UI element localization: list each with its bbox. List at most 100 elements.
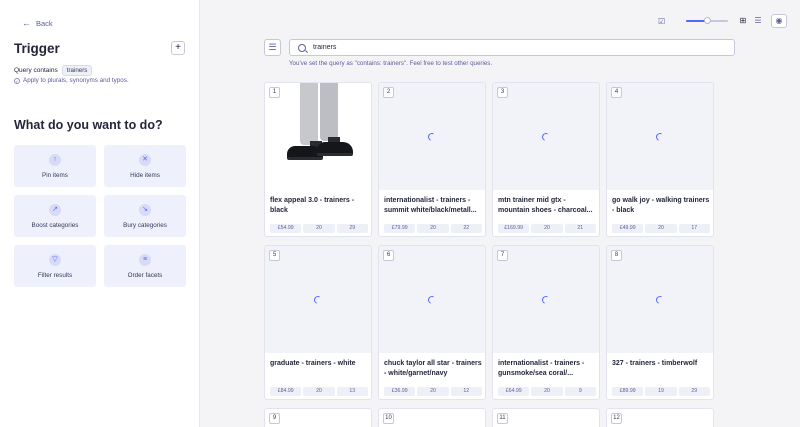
- position-badge: 11: [497, 413, 508, 424]
- boost-categories-button[interactable]: ↗ Boost categories: [14, 195, 96, 237]
- query-prefix: Query contains: [14, 67, 58, 74]
- search-bar: [289, 39, 735, 56]
- position-badge: 12: [611, 413, 622, 424]
- loading-spinner-icon: [426, 131, 438, 142]
- results-grid: 1 flex appeal 3.0 - trainers - black £54…: [264, 82, 714, 427]
- product-price: £54.99: [270, 224, 302, 233]
- product-stat-a: 20: [531, 224, 563, 233]
- product-card[interactable]: 6 chuck taylor all star - trainers - whi…: [378, 245, 486, 400]
- action-label: Bury categories: [123, 221, 167, 229]
- grid-view-icon[interactable]: ⊞: [738, 16, 748, 26]
- product-title: internationalist - trainers - summit whi…: [384, 197, 477, 214]
- action-grid: ↑ Pin items ✕ Hide items ↗ Boost categor…: [14, 145, 186, 287]
- product-image: [265, 83, 371, 190]
- product-image: [607, 246, 713, 353]
- position-badge: 10: [383, 413, 394, 424]
- product-stat-a: 20: [531, 387, 563, 396]
- bury-icon: ↘: [139, 203, 151, 216]
- loading-spinner-icon: [654, 131, 666, 142]
- bury-categories-button[interactable]: ↘ Bury categories: [104, 195, 186, 237]
- product-stat-a: 20: [303, 387, 335, 396]
- add-condition-button[interactable]: +: [171, 41, 185, 55]
- product-card[interactable]: 1 flex appeal 3.0 - trainers - black £54…: [264, 82, 372, 237]
- position-badge: 1: [269, 87, 280, 98]
- apply-note-text: Apply to plurals, synonyms and typos.: [23, 77, 129, 84]
- loading-spinner-icon: [654, 294, 666, 305]
- back-link[interactable]: ← Back: [22, 18, 53, 29]
- query-chip[interactable]: trainers: [61, 65, 93, 76]
- product-card[interactable]: 11: [492, 408, 600, 427]
- product-title: graduate - trainers - white: [270, 360, 356, 367]
- product-price: £169.99: [498, 224, 530, 233]
- arrow-left-icon: ←: [22, 18, 31, 28]
- loading-spinner-icon: [540, 294, 552, 305]
- order-facets-button[interactable]: ≡ Order facets: [104, 245, 186, 287]
- check-circle-icon: ✓: [14, 77, 20, 84]
- product-stat-a: 20: [417, 224, 449, 233]
- product-stat-b: 29: [336, 224, 368, 233]
- position-badge: 4: [611, 87, 622, 98]
- product-card[interactable]: 7 internationalist - trainers - gunsmoke…: [492, 245, 600, 400]
- product-stats: £36.99 20 12: [384, 387, 482, 396]
- filter-icon: ▽: [49, 253, 61, 266]
- position-badge: 5: [269, 250, 280, 261]
- trigger-title: Trigger: [14, 41, 60, 56]
- product-stats: £84.99 20 13: [270, 387, 368, 396]
- product-stats: £169.99 20 21: [498, 224, 596, 233]
- back-label: Back: [36, 19, 53, 28]
- product-stat-b: 29: [678, 387, 710, 396]
- product-card[interactable]: 4 go walk joy - walking trainers - black…: [606, 82, 714, 237]
- product-card[interactable]: 2 internationalist - trainers - summit w…: [378, 82, 486, 237]
- action-label: Pin items: [42, 171, 68, 179]
- product-stat-b: 12: [450, 387, 482, 396]
- action-label: Order facets: [127, 271, 163, 279]
- position-badge: 8: [611, 250, 622, 261]
- product-card[interactable]: 5 graduate - trainers - white £84.99 20 …: [264, 245, 372, 400]
- product-card[interactable]: 10: [378, 408, 486, 427]
- loading-spinner-icon: [540, 131, 552, 142]
- search-input[interactable]: [313, 44, 713, 51]
- position-badge: 2: [383, 87, 394, 98]
- product-stats: £49.99 20 17: [612, 224, 710, 233]
- product-price: £79.99: [384, 224, 416, 233]
- product-image: [607, 83, 713, 190]
- pin-icon: ↑: [49, 153, 61, 166]
- product-price: £84.99: [270, 387, 302, 396]
- product-stats: £64.99 20 9: [498, 387, 596, 396]
- product-image: [379, 246, 485, 353]
- product-price: £89.99: [612, 387, 644, 396]
- product-card[interactable]: 9: [264, 408, 372, 427]
- product-stats: £89.99 19 29: [612, 387, 710, 396]
- search-hint: You've set the query as "contains: train…: [289, 60, 493, 67]
- eye-icon[interactable]: ◉: [771, 14, 787, 28]
- product-title: chuck taylor all star - trainers - white…: [384, 360, 482, 377]
- list-view-icon[interactable]: ☰: [753, 16, 763, 26]
- loading-spinner-icon: [426, 294, 438, 305]
- zoom-slider[interactable]: [686, 17, 728, 24]
- product-stat-a: 20: [303, 224, 335, 233]
- order-icon: ≡: [139, 253, 151, 266]
- product-card[interactable]: 12: [606, 408, 714, 427]
- menu-icon[interactable]: ☰: [264, 39, 281, 56]
- hide-items-button[interactable]: ✕ Hide items: [104, 145, 186, 187]
- search-icon: [298, 43, 306, 52]
- product-title: go walk joy - walking trainers - black: [612, 197, 710, 214]
- pin-items-button[interactable]: ↑ Pin items: [14, 145, 96, 187]
- zoom-slider-handle[interactable]: [704, 17, 711, 24]
- product-card[interactable]: 3 mtn trainer mid gtx - mountain shoes -…: [492, 82, 600, 237]
- product-price: £36.99: [384, 387, 416, 396]
- hide-icon: ✕: [139, 153, 151, 166]
- product-card[interactable]: 8 327 - trainers - timberwolf £89.99 19 …: [606, 245, 714, 400]
- product-stat-b: 9: [564, 387, 596, 396]
- position-badge: 3: [497, 87, 508, 98]
- position-badge: 7: [497, 250, 508, 261]
- product-stat-b: 22: [450, 224, 482, 233]
- product-stats: £54.99 20 29: [270, 224, 368, 233]
- action-label: Boost categories: [31, 221, 79, 229]
- product-stat-b: 17: [678, 224, 710, 233]
- product-image: [493, 83, 599, 190]
- filter-results-button[interactable]: ▽ Filter results: [14, 245, 96, 287]
- product-image: [493, 246, 599, 353]
- product-stat-a: 20: [645, 224, 677, 233]
- checklist-icon[interactable]: ☑: [658, 17, 665, 26]
